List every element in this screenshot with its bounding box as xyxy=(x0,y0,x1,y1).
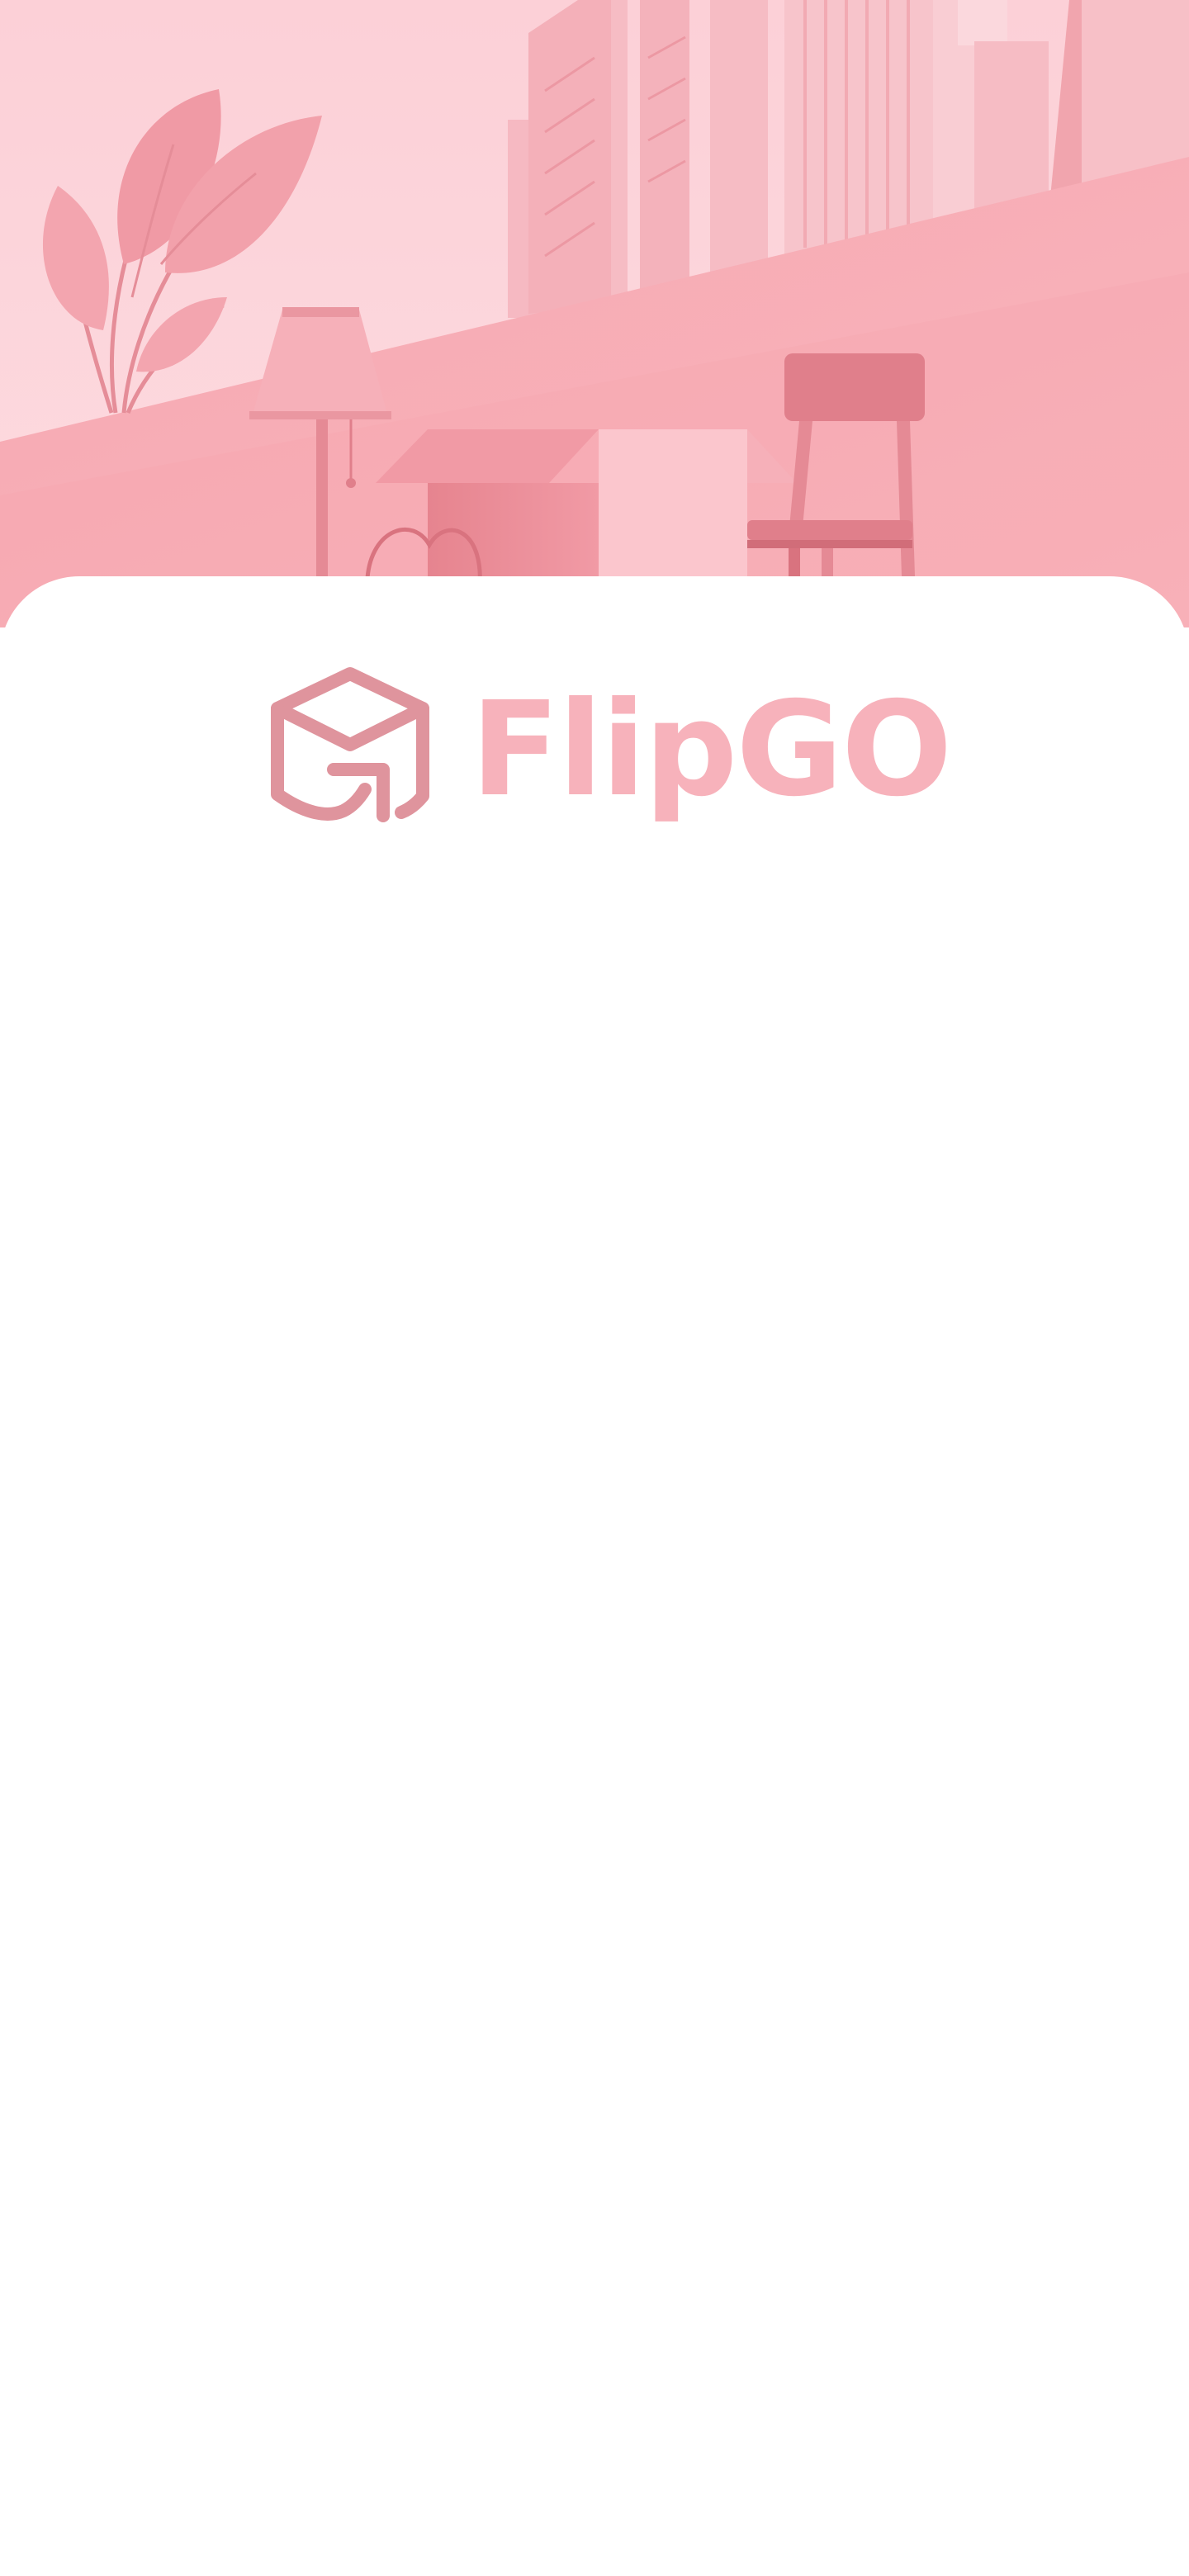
box-arrow-icon xyxy=(271,667,429,822)
hero-illustration xyxy=(0,0,1189,627)
brand-name: FlipGO xyxy=(471,674,952,826)
content-sheet: FlipGO xyxy=(0,576,1189,2576)
hero-illustration-graphic xyxy=(0,0,1189,627)
brand-logo: FlipGO xyxy=(268,664,952,829)
